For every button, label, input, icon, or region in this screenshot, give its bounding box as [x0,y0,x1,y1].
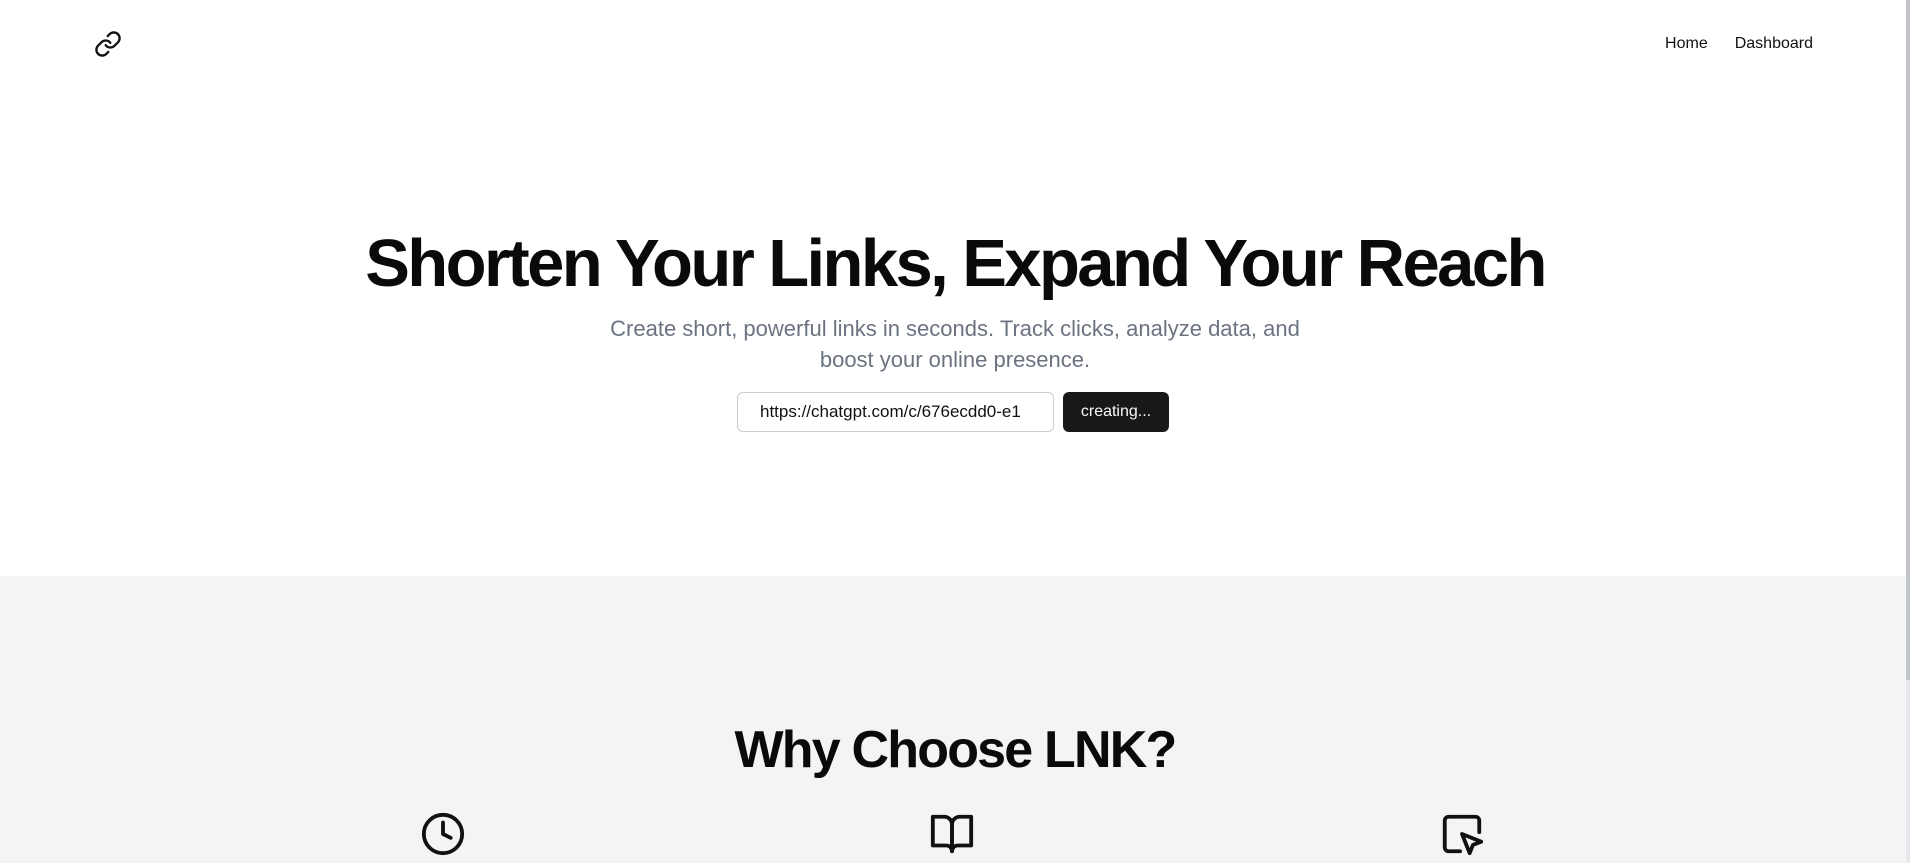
features-section: Why Choose LNK? [0,576,1910,863]
page: Home Dashboard Shorten Your Links, Expan… [0,0,1910,863]
scrollbar-thumb[interactable] [1906,0,1910,680]
url-input[interactable] [737,392,1054,432]
clock-icon [420,811,466,857]
features-title: Why Choose LNK? [734,721,1178,779]
hero-section: Shorten Your Links, Expand Your Reach Cr… [0,88,1910,576]
logo-link[interactable] [94,30,122,58]
page-scrollbar[interactable] [1906,0,1910,863]
square-mouse-pointer-icon [1439,811,1485,857]
link-icon [95,31,121,57]
book-open-icon [929,811,975,857]
nav-dashboard-link[interactable]: Dashboard [1735,35,1813,53]
hero-subtitle: Create short, powerful links in seconds.… [610,316,1300,372]
site-header: Home Dashboard [0,0,1910,88]
main-nav: Home Dashboard [1665,35,1813,53]
create-link-button[interactable]: creating... [1063,392,1169,432]
shorten-form: creating... [737,392,1169,432]
nav-home-link[interactable]: Home [1665,35,1708,53]
hero-title: Shorten Your Links, Expand Your Reach [365,226,1547,301]
